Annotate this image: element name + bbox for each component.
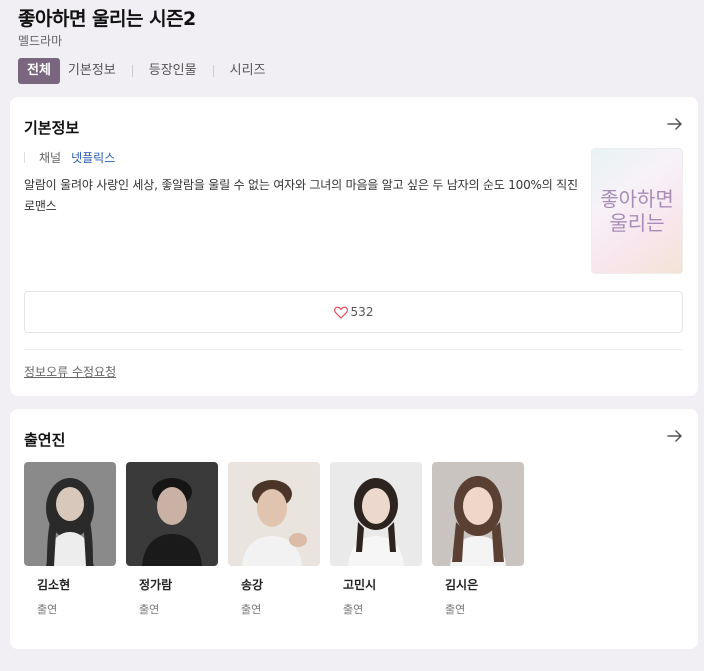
tab-divider [212,65,214,77]
channel-label: 채널 [39,151,62,165]
like-count: 532 [350,305,374,319]
tab-all[interactable]: 전체 [18,58,60,84]
like-button[interactable]: 532 [24,291,683,333]
channel-link[interactable]: 넷플릭스 [71,149,115,166]
heart-icon [333,306,348,319]
channel-row: 채널 넷플릭스 [24,149,115,166]
arrow-right-icon[interactable] [666,115,684,133]
cast-role: 출연 [139,603,160,616]
cast-member[interactable]: 고민시 출연 [330,462,422,617]
basic-info-card: 기본정보 채널 넷플릭스 알람이 울려야 사랑인 세상, 좋알람을 울릴 수 없… [10,97,698,396]
page-title: 좋아하면 울리는 시즌2 [18,8,196,30]
cast-photo [126,462,218,566]
cast-member[interactable]: 김소현 출연 [24,462,116,617]
cast-role: 출연 [343,603,364,616]
cast-photo [432,462,524,566]
section-divider [24,349,683,350]
arrow-right-icon[interactable] [666,427,684,445]
basic-info-title: 기본정보 [24,119,80,137]
cast-title: 출연진 [24,431,66,449]
poster-logo: 좋아하면 울리는 [600,187,674,235]
cast-list: 김소현 출연 정가람 출연 송강 출연 고민시 출연 김시은 출연 [24,462,524,617]
cast-name: 김소현 [37,578,71,592]
poster-image[interactable]: 좋아하면 울리는 [591,148,683,274]
cast-card: 출연진 김소현 출연 정가람 출연 송강 출연 고민시 출연 김시은 출연 [10,409,698,649]
cast-member[interactable]: 김시은 출연 [432,462,524,617]
tab-characters[interactable]: 등장인물 [141,58,205,84]
cast-name: 송강 [241,578,264,592]
synopsis-text: 알람이 울려야 사랑인 세상, 좋알람을 울릴 수 없는 여자와 그녀의 마음을… [24,178,578,213]
cast-role: 출연 [445,603,466,616]
report-error-link[interactable]: 정보오류 수정요청 [24,363,116,380]
cast-photo [228,462,320,566]
tab-bar: 전체 기본정보 등장인물 시리즈 [18,58,274,84]
cast-photo [330,462,422,566]
cast-photo [24,462,116,566]
cast-name: 김시은 [445,578,479,592]
cast-name: 정가람 [139,578,173,592]
channel-divider [24,152,25,163]
cast-role: 출연 [241,603,262,616]
tab-basic-info[interactable]: 기본정보 [60,58,124,84]
cast-role: 출연 [37,603,58,616]
tab-divider [131,65,133,77]
tab-series[interactable]: 시리즈 [222,58,274,84]
genre-label: 멜드라마 [18,34,63,48]
cast-member[interactable]: 정가람 출연 [126,462,218,617]
cast-name: 고민시 [343,578,377,592]
cast-member[interactable]: 송강 출연 [228,462,320,617]
